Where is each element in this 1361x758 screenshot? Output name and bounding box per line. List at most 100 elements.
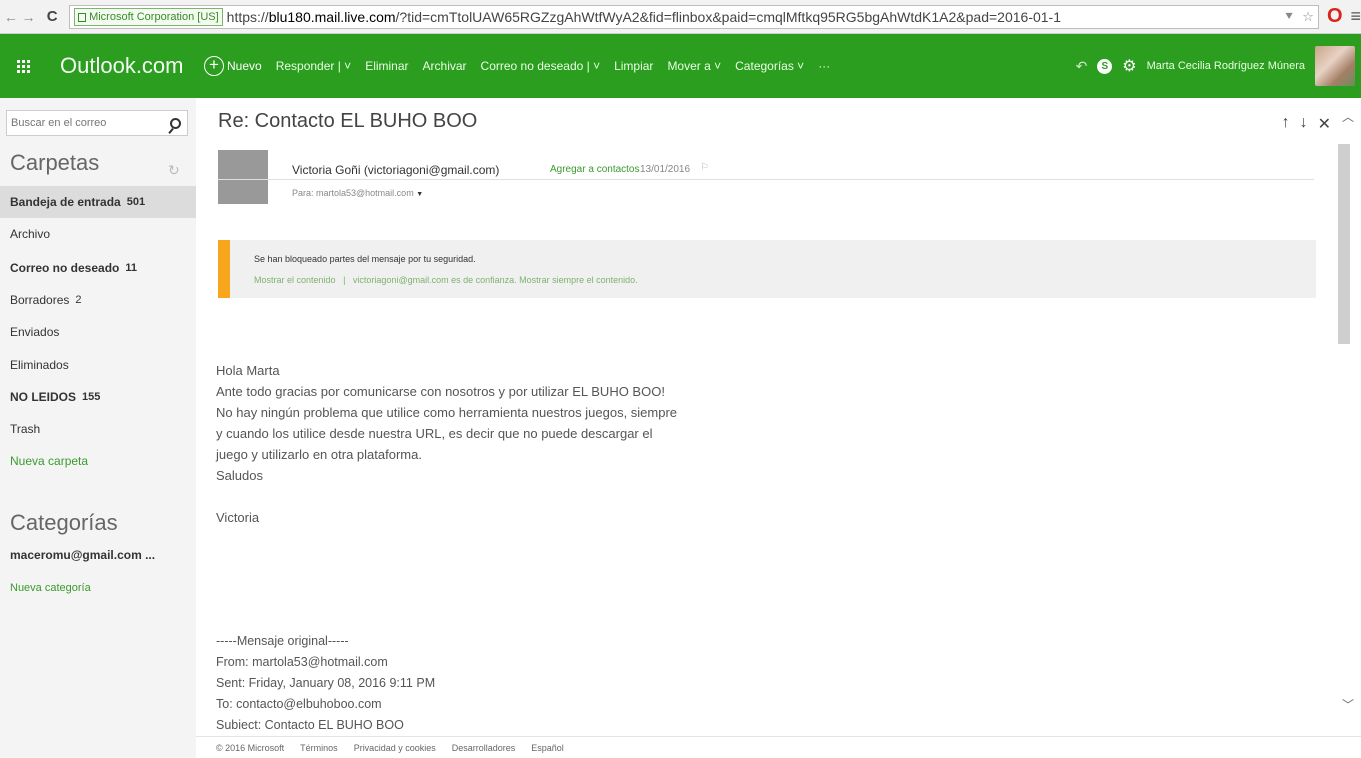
folder-label: Enviados [10, 325, 60, 339]
folder-count: 2 [75, 294, 82, 306]
sender-avatar [218, 150, 268, 204]
sweep-button[interactable]: Limpiar [614, 59, 653, 73]
trust-sender-link[interactable]: victoriagoni@gmail.com es de confianza. … [353, 275, 638, 285]
chevron-up-icon[interactable]: ︿ [1342, 108, 1354, 125]
avatar[interactable] [1315, 46, 1355, 86]
categories-heading[interactable]: Categorías [10, 510, 118, 536]
opera-icon[interactable]: O [1327, 5, 1343, 28]
flag-icon[interactable]: ⚐ [700, 162, 709, 173]
language-link[interactable]: Español [531, 743, 564, 753]
user-name[interactable]: Marta Cecilia Rodríguez Múnera [1147, 60, 1305, 72]
forward-arrow-icon[interactable]: → [20, 9, 38, 25]
security-notice: Se han bloqueado partes del mensaje por … [218, 240, 1316, 298]
folder-label: Eliminados [10, 358, 69, 372]
new-message-button[interactable]: + Nuevo [204, 56, 262, 76]
divider [218, 179, 1314, 180]
body-line: Victoria [216, 510, 260, 525]
url-text[interactable]: https://blu180.mail.live.com/?tid=cmTtol… [227, 9, 1284, 25]
pin-icon[interactable]: ⯆ [1284, 9, 1294, 25]
skype-icon[interactable]: S [1097, 58, 1113, 74]
folder-inbox[interactable]: Bandeja de entrada 501 [0, 186, 196, 218]
folder-label: NO LEIDOS [10, 390, 77, 404]
url-prefix: https:// [226, 8, 269, 25]
terms-link[interactable]: Términos [300, 743, 338, 753]
folder-junk[interactable]: Correo no deseado 11 [0, 252, 196, 284]
delete-button[interactable]: Eliminar [365, 59, 408, 73]
junk-button[interactable]: Correo no deseado | ˅ [481, 59, 601, 73]
message-subject: Re: Contacto EL BUHO BOO [218, 110, 478, 132]
body-line: juego y utilizarlo en otra plataforma. [216, 447, 422, 462]
brand-title[interactable]: Outlook.com [46, 53, 196, 79]
gear-icon[interactable]: ⚙ [1122, 56, 1136, 76]
search-box [6, 110, 188, 136]
recipient-text: Para: martola53@hotmail.com [292, 188, 414, 198]
new-folder-link[interactable]: Nueva carpeta [0, 445, 196, 477]
search-icon[interactable] [170, 117, 181, 129]
menu-icon[interactable]: ≡ [1351, 6, 1361, 27]
next-message-icon[interactable]: ↓ [1300, 114, 1308, 134]
original-line: To: contacto@elbuhoboo.com [216, 697, 382, 711]
add-contact-link[interactable]: Agregar a contactos [550, 164, 640, 175]
folder-archive[interactable]: Archivo [0, 218, 196, 250]
url-rest: /?tid=cmTtolUAW65RGZzgAhWtfWyA2&fid=flin… [395, 8, 1061, 25]
folder-count: 501 [126, 196, 146, 208]
new-category-link[interactable]: Nueva categoría [10, 582, 91, 594]
show-content-link[interactable]: Mostrar el contenido [254, 275, 336, 285]
more-actions-button[interactable]: ··· [818, 59, 830, 73]
reading-pane: Re: Contacto EL BUHO BOO ↑ ↓ ✕ Victoria … [196, 98, 1361, 736]
folder-deleted[interactable]: Eliminados [0, 349, 196, 381]
app-launcher-button[interactable] [0, 34, 46, 98]
folder-label: Correo no deseado [10, 261, 120, 275]
search-input[interactable] [11, 117, 159, 129]
reply-button[interactable]: Responder | ˅ [276, 59, 352, 73]
separator: | [338, 275, 351, 285]
security-badge[interactable]: Microsoft Corporation [US] [74, 7, 223, 26]
body-line: Saludos [216, 468, 263, 483]
category-item[interactable]: maceromu@gmail.com ... [10, 548, 155, 562]
recipient-line[interactable]: Para: martola53@hotmail.com ▼ [292, 188, 423, 198]
folder-label: Borradores [10, 293, 70, 307]
cert-label: Microsoft Corporation [US] [89, 10, 219, 23]
original-message: -----Mensaje original----- From: martola… [216, 631, 435, 729]
url-domain: blu180.mail.live.com [268, 8, 396, 25]
folder-trash[interactable]: Trash [0, 413, 196, 445]
body-line [216, 486, 677, 507]
chevron-down-icon[interactable]: ﹀ [1342, 696, 1354, 713]
left-nav: Carpetas ↻ Bandeja de entrada 501 Archiv… [0, 98, 196, 758]
body-line: y cuando los utilice desde nuestra URL, … [216, 426, 653, 441]
plus-icon: + [204, 56, 224, 76]
categories-button[interactable]: Categorías ˅ [735, 59, 804, 73]
body-line: Ante todo gracias por comunicarse con no… [216, 384, 665, 399]
folder-label: Bandeja de entrada [10, 195, 121, 209]
bookmark-star-icon[interactable]: ☆ [1302, 9, 1314, 25]
folder-label: Trash [10, 422, 41, 436]
original-line: -----Mensaje original----- [216, 634, 349, 648]
folders-heading[interactable]: Carpetas [10, 150, 99, 176]
scrollbar[interactable]: ︿ ﹀ [1335, 98, 1361, 736]
refresh-icon[interactable]: ↻ [168, 162, 180, 179]
lock-icon [78, 13, 87, 22]
folder-sent[interactable]: Enviados [0, 316, 196, 348]
back-arrow-icon[interactable]: ← [2, 9, 20, 25]
expand-caret-icon[interactable]: ▼ [416, 191, 423, 198]
original-line: Sent: Friday, January 08, 2016 9:11 PM [216, 676, 436, 690]
waffle-icon [16, 59, 30, 73]
scrollbar-thumb[interactable] [1338, 144, 1350, 344]
previous-message-icon[interactable]: ↑ [1282, 114, 1290, 134]
folder-unread[interactable]: NO LEIDOS 155 [0, 381, 196, 413]
privacy-link[interactable]: Privacidad y cookies [354, 743, 436, 753]
browser-toolbar: ← → C Microsoft Corporation [US] https:/… [0, 0, 1361, 34]
folder-label: Archivo [10, 227, 51, 241]
reload-icon[interactable]: C [43, 8, 61, 25]
sender-name[interactable]: Victoria Goñi (victoriagoni@gmail.com) [292, 163, 499, 177]
original-line: Subject: Contacto EL BUHO BOO [216, 718, 404, 729]
new-label: Nuevo [227, 59, 262, 73]
close-icon[interactable]: ✕ [1318, 114, 1331, 134]
archive-button[interactable]: Archivar [423, 59, 467, 73]
move-to-button[interactable]: Mover a ˅ [667, 59, 721, 73]
folder-drafts[interactable]: Borradores 2 [0, 284, 196, 316]
address-bar[interactable]: Microsoft Corporation [US] https://blu18… [69, 4, 1319, 29]
folder-count: 155 [82, 391, 101, 403]
undo-icon[interactable]: ↶ [1076, 58, 1088, 75]
developers-link[interactable]: Desarrolladores [452, 743, 516, 753]
